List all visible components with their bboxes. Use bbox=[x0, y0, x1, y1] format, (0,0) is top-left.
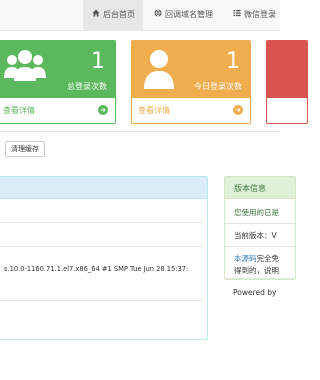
tab-admin-home[interactable]: 后台首页 bbox=[83, 0, 143, 30]
panel-title: 版本信息 bbox=[234, 184, 266, 193]
today-logins-label: 今日登录次数 bbox=[194, 82, 242, 91]
user-icon bbox=[142, 47, 176, 93]
today-logins-card: 1 今日登录次数 查看详情 ➜ bbox=[131, 40, 251, 124]
tab-wechat-login[interactable]: 微信登录 bbox=[232, 0, 292, 30]
divider bbox=[0, 131, 280, 132]
table-row-divider bbox=[0, 300, 203, 301]
globe-icon bbox=[153, 0, 162, 30]
version-info-panel: 版本信息 您使用的已是 当前版本：V 本源码完全免 得到的，说明 bbox=[224, 176, 296, 280]
divider bbox=[224, 278, 294, 279]
today-logins-count: 1 bbox=[226, 49, 240, 74]
view-details-link[interactable]: 查看详情 bbox=[138, 105, 170, 116]
clear-cache-button[interactable]: 清理缓存 bbox=[5, 141, 45, 157]
card-footer[interactable]: 查看详情 ➜ bbox=[0, 98, 115, 123]
version-status-text: 您使用的已是 bbox=[234, 208, 279, 217]
server-info-panel bbox=[0, 176, 208, 340]
source-notice-text: 完全免 bbox=[256, 254, 280, 263]
list-icon bbox=[232, 0, 241, 30]
card-footer[interactable] bbox=[267, 98, 307, 123]
top-navbar: 后台首页 回调域名管理 微信登录 bbox=[0, 0, 280, 31]
source-link[interactable]: 本源码 bbox=[234, 254, 257, 263]
arrow-right-icon: ➜ bbox=[233, 105, 243, 115]
powered-by-text: Powered by bbox=[233, 288, 277, 297]
divider bbox=[225, 246, 295, 247]
total-logins-card: 1 总登录次数 查看详情 ➜ bbox=[0, 40, 116, 124]
tab-label: 回调域名管理 bbox=[165, 10, 213, 19]
card-footer[interactable]: 查看详情 ➜ bbox=[132, 98, 250, 123]
view-details-link[interactable]: 查看详情 bbox=[3, 105, 35, 116]
tab-label: 后台首页 bbox=[103, 10, 135, 19]
tab-callback-domain[interactable]: 回调域名管理 bbox=[153, 0, 223, 30]
current-version-text: 当前版本：V bbox=[234, 231, 277, 240]
total-logins-label: 总登录次数 bbox=[67, 82, 107, 91]
panel-heading bbox=[0, 177, 207, 199]
total-logins-count: 1 bbox=[91, 49, 105, 74]
third-stat-card bbox=[266, 40, 308, 124]
system-uname-value: s.10.0-1160.71.1.el7.x86_64 #1 SMP Tue J… bbox=[4, 265, 189, 273]
table-row-divider bbox=[0, 246, 203, 247]
users-icon bbox=[3, 47, 47, 91]
divider bbox=[225, 223, 295, 224]
source-notice-line: 本源码完全免 bbox=[234, 253, 279, 264]
table-row-divider bbox=[0, 222, 203, 223]
home-icon bbox=[91, 0, 100, 30]
tab-label: 微信登录 bbox=[244, 10, 276, 19]
arrow-right-icon: ➜ bbox=[98, 105, 108, 115]
source-notice-cont: 得到的，说明 bbox=[234, 266, 279, 275]
